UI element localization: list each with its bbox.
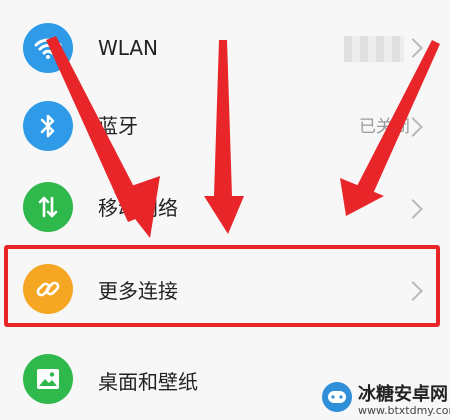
annotation-arrows: [46, 36, 440, 238]
arrow-right: [340, 40, 440, 216]
watermark-url: www.btxtdmy.com: [358, 404, 450, 417]
arrow-middle: [204, 40, 244, 234]
watermark: 冰糖安卓网 www.btxtdmy.com: [322, 378, 450, 420]
arrow-left: [46, 36, 160, 238]
watermark-logo-icon: [322, 382, 352, 412]
watermark-title: 冰糖安卓网: [358, 384, 448, 405]
